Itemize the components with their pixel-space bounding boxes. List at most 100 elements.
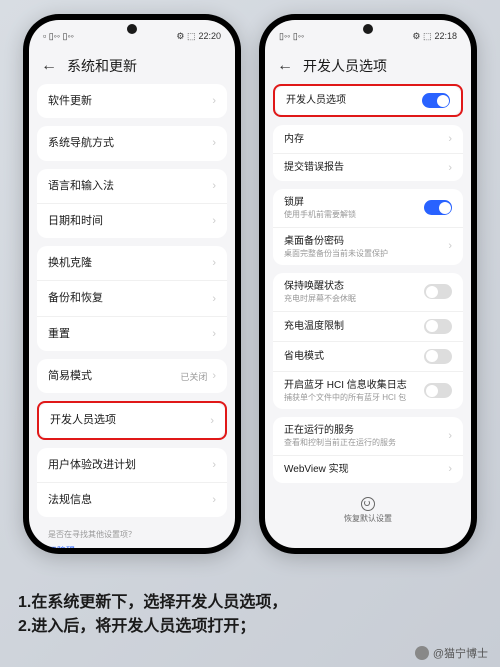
chevron-right-icon: ›: [448, 463, 452, 475]
dev-option-row[interactable]: 省电模式: [273, 341, 463, 371]
row-label: WebView 实现: [284, 463, 448, 476]
page-title: 系统和更新: [67, 56, 137, 76]
settings-row[interactable]: 语言和输入法›: [37, 169, 227, 203]
accessibility-link[interactable]: 无障碍: [37, 542, 227, 548]
row-label: 用户体验改进计划: [48, 458, 212, 472]
row-label: 提交错误报告: [284, 161, 448, 174]
status-left: ▯◦◦ ▯◦◦: [279, 31, 304, 42]
row-label: 法规信息: [48, 493, 212, 507]
watermark: @猫宁博士: [415, 645, 488, 661]
row-label: 省电模式: [284, 350, 424, 363]
settings-row[interactable]: 系统导航方式›: [37, 126, 227, 160]
row-subtitle: 充电时屏幕不会休眠: [284, 294, 424, 304]
row-label: 换机克隆: [48, 256, 212, 270]
row-label: 锁屏: [284, 196, 424, 209]
back-icon[interactable]: ←: [41, 57, 57, 75]
row-subtitle: 使用手机前需要解锁: [284, 210, 424, 220]
row-subtitle: 桌面完整备份当前未设置保护: [284, 249, 448, 259]
toggle[interactable]: [424, 284, 452, 299]
dev-option-row[interactable]: 桌面备份密码桌面完整备份当前未设置保护›: [273, 227, 463, 266]
settings-row[interactable]: 法规信息›: [37, 482, 227, 517]
row-label: 开发人员选项: [286, 94, 422, 107]
chevron-right-icon: ›: [212, 95, 216, 107]
settings-row[interactable]: 简易模式已关闭 ›: [37, 359, 227, 393]
dev-option-row[interactable]: 锁屏使用手机前需要解锁: [273, 189, 463, 227]
status-right: ⚙ ⬚ 22:20: [176, 31, 221, 42]
settings-row[interactable]: 重置›: [37, 316, 227, 351]
chevron-right-icon: ›: [212, 494, 216, 506]
toggle[interactable]: [422, 93, 450, 108]
row-label: 重置: [48, 327, 212, 341]
restore-defaults-button[interactable]: 恢复默认设置: [273, 491, 463, 530]
dev-option-row[interactable]: WebView 实现›: [273, 455, 463, 483]
dev-option-row[interactable]: 保持唤醒状态充电时屏幕不会休眠: [273, 273, 463, 311]
toggle[interactable]: [424, 383, 452, 398]
settings-row[interactable]: 开发人员选项›: [39, 403, 225, 437]
settings-row[interactable]: 软件更新›: [37, 84, 227, 118]
chevron-right-icon: ›: [212, 293, 216, 305]
chevron-right-icon: ›: [448, 430, 452, 442]
dev-option-row[interactable]: 提交错误报告›: [273, 153, 463, 181]
page-title: 开发人员选项: [303, 56, 387, 76]
settings-list: 软件更新›系统导航方式›语言和输入法›日期和时间›换机克隆›备份和恢复›重置›简…: [29, 84, 235, 548]
search-hint: 是否在寻找其他设置项？: [37, 525, 227, 542]
row-label: 系统导航方式: [48, 136, 212, 150]
phone-left: ▫ ▯◦◦ ▯◦◦ ⚙ ⬚ 22:20 ← 系统和更新 软件更新›系统导航方式›…: [23, 14, 241, 554]
row-label: 简易模式: [48, 369, 180, 383]
header: ← 系统和更新: [29, 48, 235, 84]
watermark-text: @猫宁博士: [433, 645, 488, 661]
status-time: 22:18: [434, 31, 457, 41]
toggle[interactable]: [424, 200, 452, 215]
row-label: 备份和恢复: [48, 291, 212, 305]
settings-row[interactable]: 日期和时间›: [37, 203, 227, 238]
watermark-icon: [415, 646, 429, 660]
developer-options-list: 开发人员选项内存›提交错误报告›锁屏使用手机前需要解锁桌面备份密码桌面完整备份当…: [265, 84, 471, 548]
screen-left: ▫ ▯◦◦ ▯◦◦ ⚙ ⬚ 22:20 ← 系统和更新 软件更新›系统导航方式›…: [29, 20, 235, 548]
dev-option-row[interactable]: 正在运行的服务查看和控制当前正在运行的服务›: [273, 417, 463, 455]
highlight-box: 开发人员选项: [273, 84, 463, 117]
camera-icon: [127, 24, 137, 34]
dev-option-row[interactable]: 内存›: [273, 125, 463, 153]
camera-icon: [363, 24, 373, 34]
header: ← 开发人员选项: [265, 48, 471, 84]
row-label: 内存: [284, 133, 448, 146]
chevron-right-icon: ›: [448, 133, 452, 145]
dev-option-row[interactable]: 充电温度限制: [273, 311, 463, 341]
row-label: 软件更新: [48, 94, 212, 108]
settings-row[interactable]: 换机克隆›: [37, 246, 227, 280]
chevron-right-icon: ›: [212, 328, 216, 340]
status-right: ⚙ ⬚ 22:18: [412, 31, 457, 42]
row-label: 语言和输入法: [48, 179, 212, 193]
chevron-right-icon: ›: [448, 162, 452, 174]
dev-option-row[interactable]: 开启蓝牙 HCI 信息收集日志捕获单个文件中的所有蓝牙 HCI 包: [273, 371, 463, 410]
row-label: 日期和时间: [48, 214, 212, 228]
row-label: 保持唤醒状态: [284, 280, 424, 293]
toggle[interactable]: [424, 349, 452, 364]
row-label: 开发人员选项: [50, 413, 210, 427]
phone-right: ▯◦◦ ▯◦◦ ⚙ ⬚ 22:18 ← 开发人员选项 开发人员选项内存›提交错误…: [259, 14, 477, 554]
back-icon[interactable]: ←: [277, 57, 293, 75]
toggle[interactable]: [424, 319, 452, 334]
chevron-right-icon: ›: [448, 240, 452, 252]
screen-right: ▯◦◦ ▯◦◦ ⚙ ⬚ 22:18 ← 开发人员选项 开发人员选项内存›提交错误…: [265, 20, 471, 548]
chevron-right-icon: ›: [212, 180, 216, 192]
chevron-right-icon: ›: [212, 215, 216, 227]
settings-row[interactable]: 备份和恢复›: [37, 280, 227, 315]
chevron-right-icon: ›: [210, 415, 214, 427]
row-subtitle: 捕获单个文件中的所有蓝牙 HCI 包: [284, 393, 424, 403]
row-label: 开启蓝牙 HCI 信息收集日志: [284, 379, 424, 392]
restore-icon: [361, 497, 375, 511]
row-value: 已关闭: [180, 370, 207, 383]
chevron-right-icon: ›: [212, 459, 216, 471]
status-left: ▫ ▯◦◦ ▯◦◦: [43, 31, 74, 42]
instruction-line-1: 1.在系统更新下，选择开发人员选项，: [18, 591, 482, 615]
dev-option-row[interactable]: 开发人员选项: [275, 86, 461, 115]
chevron-right-icon: ›: [212, 370, 216, 382]
chevron-right-icon: ›: [212, 137, 216, 149]
instruction-line-2: 2.进入后，将开发人员选项打开；: [18, 615, 482, 639]
row-label: 桌面备份密码: [284, 235, 448, 248]
row-label: 充电温度限制: [284, 320, 424, 333]
settings-row[interactable]: 用户体验改进计划›: [37, 448, 227, 482]
chevron-right-icon: ›: [212, 257, 216, 269]
restore-label: 恢复默认设置: [344, 513, 392, 524]
